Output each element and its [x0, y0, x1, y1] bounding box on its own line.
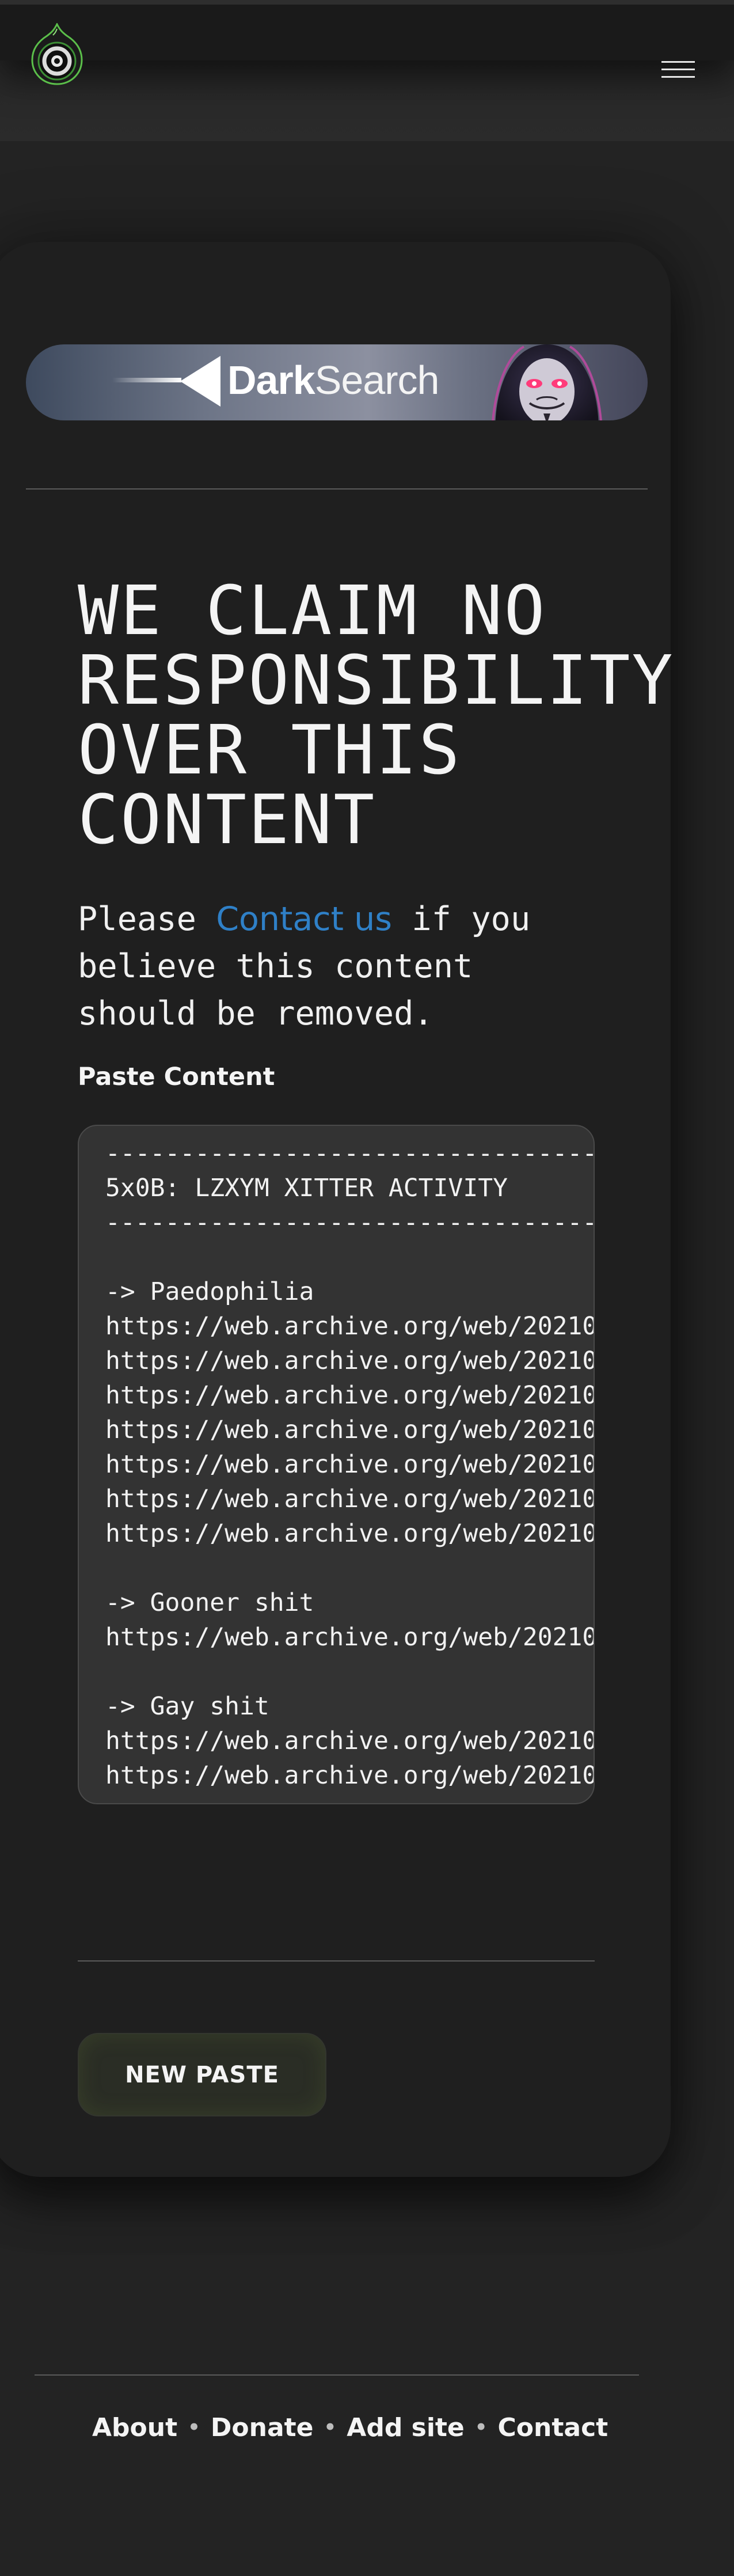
paste-line: https://web.archive.org/web/2021021 — [105, 1312, 595, 1341]
footer-separator: • — [474, 2416, 488, 2439]
hamburger-menu-icon[interactable] — [659, 58, 697, 82]
removal-notice: Please Contact us if you believe this co… — [78, 896, 573, 1037]
footer-link-donate[interactable]: Donate — [211, 2413, 314, 2442]
banner-brand-bold: Dark — [227, 358, 315, 403]
footer-divider — [35, 2374, 639, 2376]
paste-line — [105, 1240, 594, 1274]
paste-line: https://web.archive.org/web/2021021 — [105, 1346, 595, 1375]
divider — [78, 1960, 595, 1962]
footer-separator: • — [188, 2416, 200, 2439]
paste-line: https://web.archive.org/web/2021021 — [105, 1623, 595, 1652]
paste-line: https://web.archive.org/web/2021021 — [105, 1727, 595, 1755]
footer-nav: About • Donate • Add site • Contact — [92, 2410, 608, 2445]
anonymous-mask-icon — [484, 344, 610, 420]
paste-line: https://web.archive.org/web/2021021 — [105, 1761, 595, 1790]
paste-line: https://web.archive.org/web/2021021 — [105, 1485, 595, 1513]
footer-link-add-site[interactable]: Add site — [347, 2413, 465, 2442]
paste-text: ----------------------------------------… — [105, 1136, 595, 1793]
paste-line: ----------------------------------------… — [105, 1139, 594, 1168]
banner-arrow-icon — [180, 356, 220, 407]
footer-link-contact[interactable]: Contact — [498, 2413, 609, 2442]
paste-line: https://web.archive.org/web/2021021 — [105, 1416, 595, 1444]
disclaimer-title: WE CLAIM NO RESPONSIBILITY OVER THIS CON… — [78, 571, 675, 859]
top-bar-inner — [0, 0, 734, 60]
paste-line: ----------------------------------------… — [105, 1208, 594, 1237]
paste-line — [105, 1655, 594, 1689]
paste-line: https://web.archive.org/web/2021021 — [105, 1450, 595, 1479]
banner-brand: DarkSearch — [227, 357, 439, 403]
divider — [26, 488, 648, 490]
new-paste-button[interactable]: NEW PASTE — [78, 2033, 326, 2116]
paste-line — [105, 1551, 594, 1585]
paste-line: 5x0B: LZXYM XITTER ACTIVITY — [105, 1174, 508, 1202]
contact-us-link[interactable]: Contact us — [216, 900, 392, 938]
top-bar — [0, 0, 734, 141]
paste-content-label: Paste Content — [78, 1063, 275, 1091]
footer-separator: • — [324, 2416, 337, 2439]
eye-drop-logo-icon[interactable] — [28, 22, 86, 88]
banner-brand-rest: Search — [314, 358, 440, 403]
top-bar-highlight — [0, 0, 734, 5]
paste-content-box[interactable]: ----------------------------------------… — [78, 1125, 595, 1804]
paste-line: -> Gay shit — [105, 1692, 269, 1721]
menu-line — [661, 61, 695, 63]
paste-line: -> Paedophilia — [105, 1277, 314, 1306]
banner-beam — [112, 378, 181, 382]
paste-line: https://web.archive.org/web/2021021 — [105, 1381, 595, 1410]
footer-link-about[interactable]: About — [92, 2413, 177, 2442]
menu-line — [661, 76, 695, 78]
paste-line: https://web.archive.org/web/2021021 — [105, 1519, 595, 1548]
paste-line: -> Gooner shit — [105, 1588, 314, 1617]
menu-line — [661, 69, 695, 70]
darksearch-banner[interactable]: DarkSearch — [26, 344, 648, 420]
notice-text-before: Please — [78, 900, 216, 938]
